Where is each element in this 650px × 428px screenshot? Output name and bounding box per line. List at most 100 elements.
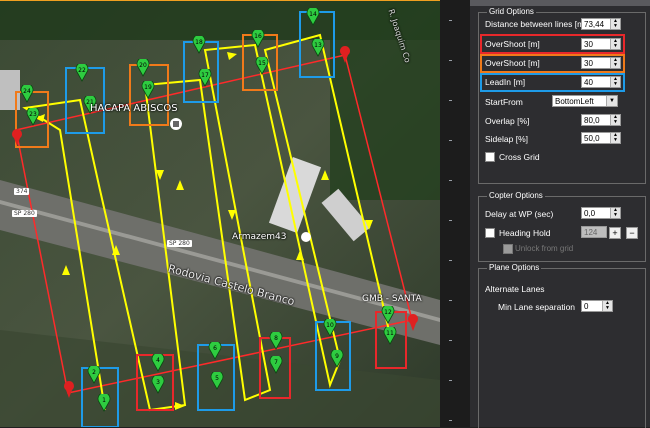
waypoint-marker-icon[interactable]: 16 (251, 30, 265, 48)
waypoint-marker-icon[interactable]: 7 (269, 356, 283, 374)
spinner-arrows-icon[interactable]: ▲ ▼ (602, 301, 612, 311)
sidelap-label: Sidelap [%] (485, 134, 528, 144)
map-canvas[interactable] (0, 0, 440, 427)
startfrom-label: StartFrom (485, 97, 523, 107)
poi-icon (301, 232, 311, 242)
gutter-tick (449, 140, 452, 141)
delay-input[interactable]: 0,0 ▲ ▼ (581, 207, 621, 219)
heading-minus-button[interactable]: − (626, 227, 638, 239)
waypoint-number: 14 (309, 11, 317, 18)
waypoint-number: 24 (23, 88, 31, 95)
overshoot1-input[interactable]: 30 ▲ ▼ (581, 38, 621, 50)
road-sign: SP 280 (12, 210, 37, 217)
waypoint-marker-icon[interactable]: 1 (97, 394, 111, 412)
overshoot2-input[interactable]: 30 ▲ ▼ (581, 57, 621, 69)
waypoint-marker-icon[interactable]: 6 (208, 342, 222, 360)
gutter-tick (449, 420, 452, 421)
spinner-arrows-icon[interactable]: ▲ ▼ (610, 19, 620, 29)
gutter-tick (449, 260, 452, 261)
waypoint-marker-icon[interactable]: 14 (306, 8, 320, 26)
waypoint-number: 9 (335, 353, 339, 360)
waypoint-number: 23 (29, 111, 37, 118)
spinner-arrows-icon[interactable]: ▲ ▼ (610, 133, 620, 143)
waypoint-marker-icon[interactable]: 22 (75, 64, 89, 82)
overlap-input[interactable]: 80,0 ▲ ▼ (581, 114, 621, 126)
road-sign: SP 280 (167, 240, 192, 247)
spinner-arrows-icon[interactable]: ▲ ▼ (610, 39, 620, 49)
waypoint-marker-icon[interactable]: 20 (136, 59, 150, 77)
waypoint-marker-icon[interactable]: 4 (151, 354, 165, 372)
waypoint-number: 3 (156, 379, 160, 386)
waypoint-number: 12 (384, 309, 392, 316)
waypoint-marker-icon[interactable]: 5 (210, 372, 224, 390)
map-view[interactable]: 1 2 3 4 5 6 7 8 9 10 11 12 13 14 15 16 17 18 19 20 21 22 23 24 … (0, 0, 440, 427)
waypoint-number: 5 (215, 375, 219, 382)
map-scrollbar-gutter[interactable] (440, 0, 470, 427)
spinner-arrows-icon[interactable]: ▲ ▼ (610, 58, 620, 68)
spinner-arrows-icon[interactable]: ▲ ▼ (610, 115, 620, 125)
crossgrid-label: Cross Grid (499, 152, 540, 162)
overshoot2-label: OverShoot [m] (485, 58, 540, 68)
spinner-arrows-icon[interactable]: ▲ ▼ (610, 77, 620, 87)
spinner-arrows-icon[interactable]: ▲ ▼ (610, 208, 620, 218)
group-title: Grid Options (487, 7, 536, 16)
waypoint-number: 13 (314, 42, 322, 49)
waypoint-marker-icon[interactable]: 12 (381, 306, 395, 324)
forest-area-right (330, 0, 440, 200)
delay-label: Delay at WP (sec) (485, 209, 554, 219)
waypoint-marker-icon[interactable]: 19 (141, 81, 155, 99)
waypoint-number: 2 (92, 369, 96, 376)
gutter-tick (449, 220, 452, 221)
chevron-down-icon[interactable]: ▼ (606, 96, 617, 106)
waypoint-number: 15 (258, 60, 266, 67)
waypoint-marker-icon[interactable]: 8 (269, 332, 283, 350)
gutter-tick (449, 340, 452, 341)
waypoint-marker-icon[interactable]: 9 (330, 350, 344, 368)
startfrom-select[interactable]: BottomLeft ▼ (552, 95, 618, 107)
heading-plus-button[interactable]: + (609, 227, 621, 239)
heading-input[interactable]: 124 (581, 226, 607, 238)
waypoint-number: 6 (213, 345, 217, 352)
map-place-label: HACAPA ABISCOS (90, 103, 178, 114)
distance-input[interactable]: 73,44 ▲ ▼ (581, 18, 621, 30)
alternate-lanes-label: Alternate Lanes (485, 284, 545, 294)
group-title: Copter Options (487, 191, 545, 200)
panel-top-strip (470, 0, 650, 6)
overlap-label: Overlap [%] (485, 116, 530, 126)
gutter-tick (449, 20, 452, 21)
waypoint-marker-icon[interactable]: 2 (87, 366, 101, 384)
options-panel: Grid Options Distance between lines [m] … (470, 0, 650, 428)
gutter-tick (449, 60, 452, 61)
waypoint-marker-icon[interactable]: 18 (192, 36, 206, 54)
gutter-tick (449, 180, 452, 181)
waypoint-marker-icon[interactable]: 10 (323, 319, 337, 337)
waypoint-number: 17 (201, 72, 209, 79)
waypoint-marker-icon[interactable]: 24 (20, 85, 34, 103)
waypoint-marker-icon[interactable]: 3 (151, 376, 165, 394)
min-lane-input[interactable]: 0 ▲ ▼ (581, 300, 613, 312)
waypoint-number: 4 (156, 357, 160, 364)
waypoint-number: 10 (326, 322, 334, 329)
home-marker-core (173, 121, 179, 127)
sidelap-input[interactable]: 50,0 ▲ ▼ (581, 132, 621, 144)
unlock-grid-checkbox[interactable] (503, 244, 513, 254)
waypoint-number: 18 (195, 39, 203, 46)
waypoint-number: 22 (78, 67, 86, 74)
map-place-label: Armazem43 (232, 232, 287, 242)
heading-hold-checkbox[interactable] (485, 228, 495, 238)
waypoint-marker-icon[interactable]: 11 (383, 327, 397, 345)
waypoint-number: 11 (386, 330, 394, 337)
leadin-label: LeadIn [m] (485, 77, 526, 87)
waypoint-number: 8 (274, 335, 278, 342)
map-place-label: GMB - SANTA (362, 294, 422, 304)
waypoint-marker-icon[interactable]: 23 (26, 108, 40, 126)
waypoint-number: 20 (139, 62, 147, 69)
crossgrid-checkbox[interactable] (485, 152, 495, 162)
group-title: Plane Options (487, 263, 542, 272)
leadin-input[interactable]: 40 ▲ ▼ (581, 76, 621, 88)
waypoint-number: 7 (274, 359, 278, 366)
waypoint-marker-icon[interactable]: 17 (198, 69, 212, 87)
waypoint-marker-icon[interactable]: 15 (255, 57, 269, 75)
gutter-tick (449, 300, 452, 301)
waypoint-marker-icon[interactable]: 13 (311, 39, 325, 57)
